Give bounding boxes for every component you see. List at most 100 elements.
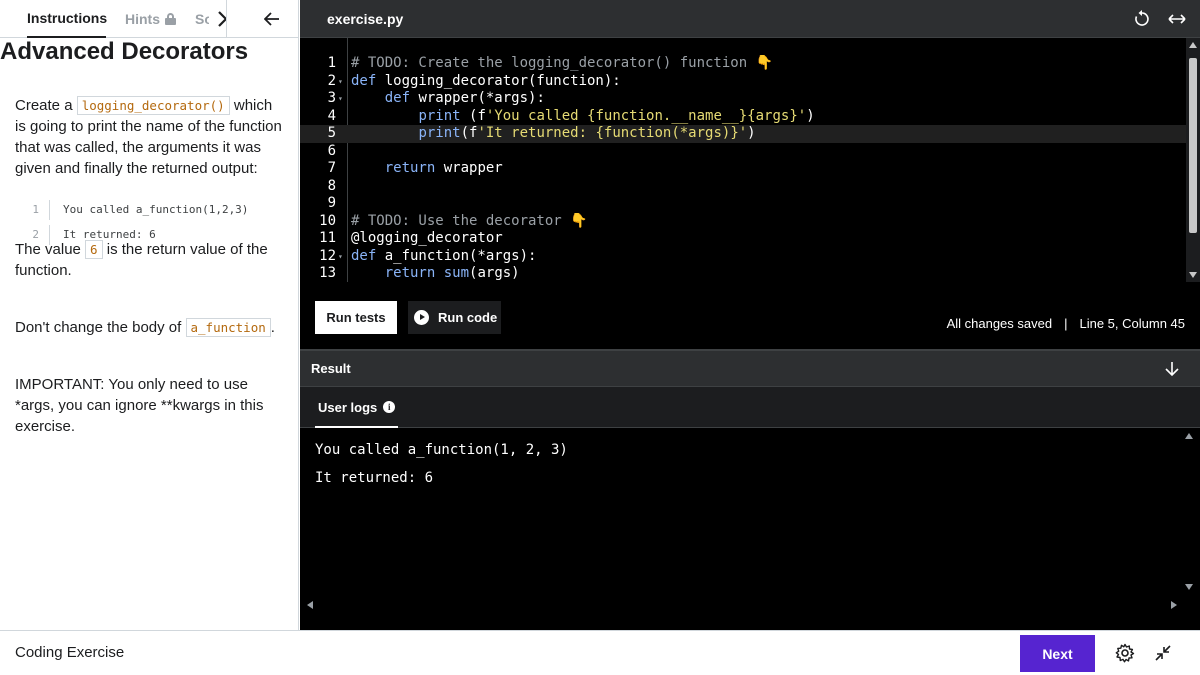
code-token: (f xyxy=(460,107,486,124)
arrow-left-icon[interactable] xyxy=(262,9,282,29)
exercise-title: Advanced Decorators xyxy=(0,38,249,65)
code-text: @logging_decorator xyxy=(351,230,503,248)
code-token: (f xyxy=(460,125,478,141)
scroll-up-icon[interactable] xyxy=(1185,433,1193,439)
code-line[interactable]: 10 # TODO: Use the decorator 👇 xyxy=(300,213,1186,231)
code-line[interactable]: 7 return wrapper xyxy=(300,160,1186,178)
file-tab[interactable]: exercise.py xyxy=(327,0,403,38)
code-line[interactable]: 6 xyxy=(300,143,1186,161)
code-token: wrapper xyxy=(443,160,503,176)
tab-instructions-label: Instructions xyxy=(27,10,108,26)
code-editor[interactable]: 1 # TODO: Create the logging_decorator() … xyxy=(300,38,1200,282)
line-number: 12 xyxy=(319,247,336,264)
scrollbar-thumb[interactable] xyxy=(1189,58,1197,233)
play-icon xyxy=(414,310,429,325)
inline-code: 6 xyxy=(85,240,103,259)
code-line[interactable]: 9 xyxy=(300,195,1186,213)
gear-icon[interactable] xyxy=(1115,643,1135,663)
code-token: print xyxy=(418,107,461,124)
code-line[interactable]: 2 ▾ def logging_decorator(function): xyxy=(300,73,1186,91)
instruction-paragraph: The value 6 is the return value of the f… xyxy=(15,239,287,281)
panel-tabs: Instructions Hints So xyxy=(0,0,298,38)
code-text: return wrapper xyxy=(351,160,503,178)
log-line: It returned: 6 xyxy=(315,470,434,486)
code-line[interactable]: 3 ▾ def wrapper(*args): xyxy=(300,90,1186,108)
editor-header: exercise.py xyxy=(300,0,1200,38)
tab-instructions[interactable]: Instructions xyxy=(27,0,108,38)
code-line[interactable]: 12 ▾ def a_function(*args): xyxy=(300,248,1186,266)
tab-solution[interactable]: So xyxy=(195,0,209,38)
footer-bar: Coding Exercise Next xyxy=(0,630,1200,675)
code-line[interactable]: 1 # TODO: Create the logging_decorator() … xyxy=(300,55,1186,73)
example-line: 1 You called a_function(1,2,3) xyxy=(30,200,248,225)
code-token: ) xyxy=(806,107,815,124)
result-tabs: User logs i xyxy=(300,388,1200,428)
line-number: 9 xyxy=(327,195,336,211)
instruction-text: . xyxy=(270,319,275,336)
line-number: 13 xyxy=(319,265,336,281)
inline-code: a_function xyxy=(185,318,271,337)
code-token: print xyxy=(418,125,461,141)
code-text: def logging_decorator(function): xyxy=(351,73,621,91)
code-line[interactable]: 4 print (f'You called {function.__name__… xyxy=(300,108,1186,126)
collapse-icon[interactable] xyxy=(1154,644,1172,662)
code-line[interactable]: 11 @logging_decorator xyxy=(300,230,1186,248)
example-line-number: 1 xyxy=(30,200,50,220)
tab-hints[interactable]: Hints xyxy=(125,0,176,38)
code-token: a_function(*args): xyxy=(384,247,537,264)
reset-icon[interactable] xyxy=(1132,9,1152,29)
log-output: You called a_function(1, 2, 3) It return… xyxy=(300,428,1200,630)
scroll-right-icon[interactable] xyxy=(1171,601,1177,609)
instruction-text: Create a xyxy=(15,97,77,114)
next-button[interactable]: Next xyxy=(1020,635,1095,672)
expand-horizontal-icon[interactable] xyxy=(1166,9,1188,29)
footer-label: Coding Exercise xyxy=(15,644,125,661)
code-text: # TODO: Use the decorator 👇 xyxy=(351,213,588,231)
fold-caret-icon[interactable]: ▾ xyxy=(338,248,343,266)
scroll-down-icon[interactable] xyxy=(1185,584,1193,590)
tab-divider xyxy=(226,0,227,38)
code-text: # TODO: Create the logging_decorator() f… xyxy=(351,55,773,73)
tab-hints-label: Hints xyxy=(125,11,160,27)
code-line[interactable]: 13 return sum(args) xyxy=(300,265,1186,282)
line-number: 2 xyxy=(327,72,336,89)
code-token: # TODO: Use the decorator 👇 xyxy=(351,212,588,229)
inline-code: logging_decorator() xyxy=(76,96,230,115)
code-token: def xyxy=(351,72,385,89)
scroll-left-icon[interactable] xyxy=(307,601,313,609)
scroll-up-icon[interactable] xyxy=(1189,42,1197,48)
result-header[interactable]: Result xyxy=(300,349,1200,387)
scroll-down-icon[interactable] xyxy=(1189,272,1197,278)
code-token: # TODO: Create the logging_decorator() f… xyxy=(351,55,774,71)
run-code-button[interactable]: Run code xyxy=(408,301,501,334)
instruction-text: Don't change the body of xyxy=(15,319,186,336)
arrow-down-icon[interactable] xyxy=(1164,360,1180,378)
code-text: def a_function(*args): xyxy=(351,248,536,266)
info-icon[interactable]: i xyxy=(383,401,396,413)
result-title: Result xyxy=(311,361,351,376)
chevron-right-icon[interactable] xyxy=(212,8,232,30)
line-number: 11 xyxy=(319,230,336,246)
code-token: 'It returned: {function(*args)}' xyxy=(477,125,748,141)
fold-caret-icon[interactable]: ▾ xyxy=(338,73,343,91)
cursor-position: Line 5, Column 45 xyxy=(1079,316,1185,331)
tab-user-logs[interactable]: User logs i xyxy=(315,388,399,428)
code-token: ) xyxy=(747,125,756,141)
line-number: 6 xyxy=(327,142,336,159)
code-line[interactable]: 5 print(f'It returned: {function(*args)}… xyxy=(300,125,1186,143)
line-number: 8 xyxy=(327,177,336,194)
line-number: 3 xyxy=(327,90,336,106)
instruction-paragraph: Create a logging_decorator() which is go… xyxy=(15,95,287,179)
line-number: 4 xyxy=(327,107,336,124)
code-token: sum xyxy=(443,265,470,281)
code-line[interactable]: 8 xyxy=(300,178,1186,196)
editor-scrollbar[interactable] xyxy=(1186,38,1200,282)
code-token: return xyxy=(384,265,444,281)
run-tests-button[interactable]: Run tests xyxy=(315,301,397,334)
log-line: You called a_function(1, 2, 3) xyxy=(315,442,568,458)
fold-caret-icon[interactable]: ▾ xyxy=(338,90,343,108)
